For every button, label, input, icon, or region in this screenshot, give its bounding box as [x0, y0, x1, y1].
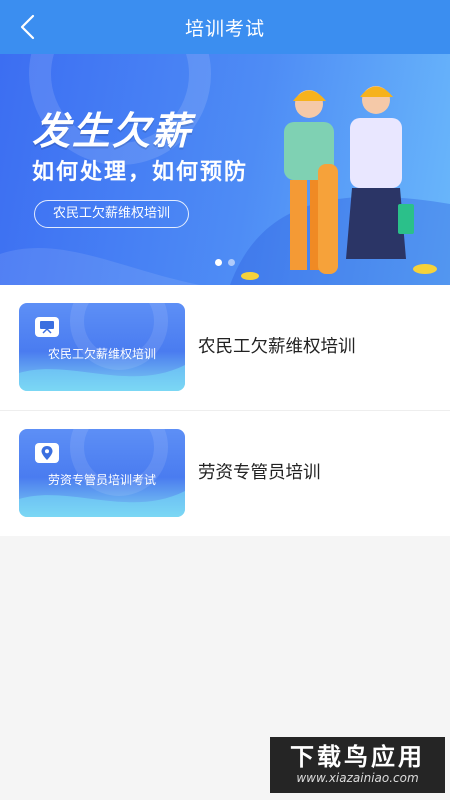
course-thumbnail: 劳资专管员培训考试 — [19, 429, 185, 517]
course-item-wage-rights[interactable]: 农民工欠薪维权培训 农民工欠薪维权培训 — [0, 285, 450, 411]
carousel-dot-active — [215, 259, 222, 266]
course-item-labor-manager[interactable]: 劳资专管员培训考试 劳资专管员培训 — [0, 411, 450, 536]
carousel-indicator — [0, 259, 450, 266]
banner-tag: 农民工欠薪维权培训 — [34, 200, 190, 228]
banner-headline: 发生欠薪 — [32, 109, 193, 153]
course-title: 劳资专管员培训 — [198, 463, 321, 483]
location-pin-icon — [35, 443, 59, 463]
course-list: 农民工欠薪维权培训 农民工欠薪维权培训 劳资专管员培训考试 劳资专管员培训 — [0, 285, 450, 536]
banner-carousel[interactable]: 发生欠薪 如何处理，如何预防 农民工欠薪维权培训 — [0, 54, 450, 285]
presentation-board-icon — [35, 317, 59, 337]
course-title: 农民工欠薪维权培训 — [198, 337, 356, 357]
chevron-left-icon — [20, 14, 35, 40]
watermark-main: 下载鸟应用 — [290, 743, 425, 771]
thumbnail-label: 劳资专管员培训考试 — [47, 473, 156, 487]
thumbnail-label: 农民工欠薪维权培训 — [47, 347, 156, 361]
course-thumbnail: 农民工欠薪维权培训 — [19, 303, 185, 391]
back-button[interactable] — [14, 13, 42, 41]
page-title: 培训考试 — [184, 17, 265, 40]
watermark: 下载鸟应用 www.xiazainiao.com — [270, 737, 445, 793]
banner-subline: 如何处理，如何预防 — [32, 160, 249, 185]
watermark-url: www.xiazainiao.com — [296, 771, 419, 785]
carousel-dot — [228, 259, 235, 266]
nav-bar: 培训考试 — [0, 0, 450, 54]
